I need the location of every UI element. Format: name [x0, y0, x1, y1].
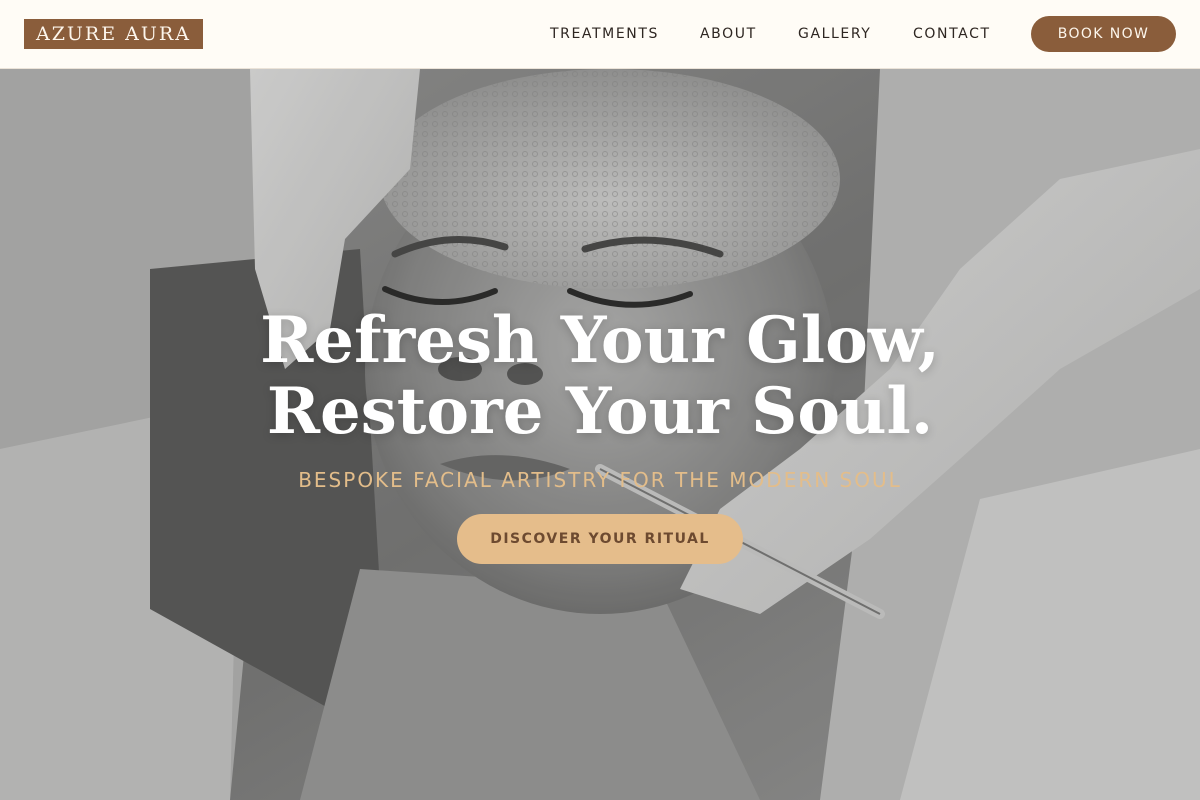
- hero-headline-line2: Restore Your Soul.: [266, 374, 934, 449]
- hero-tagline: BESPOKE FACIAL ARTISTRY FOR THE MODERN S…: [298, 468, 902, 492]
- brand-logo[interactable]: AZURE AURA: [24, 19, 203, 49]
- hero-headline-line1: Refresh Your Glow,: [260, 303, 940, 378]
- book-now-button[interactable]: BOOK NOW: [1031, 16, 1176, 52]
- nav-link-contact[interactable]: CONTACT: [913, 0, 991, 68]
- site-header: AZURE AURA TREATMENTS ABOUT GALLERY CONT…: [0, 0, 1200, 69]
- hero-section: Refresh Your Glow, Restore Your Soul. BE…: [0, 69, 1200, 800]
- nav-link-treatments[interactable]: TREATMENTS: [550, 0, 659, 68]
- discover-ritual-button[interactable]: DISCOVER YOUR RITUAL: [457, 514, 743, 564]
- hero-headline: Refresh Your Glow, Restore Your Soul.: [0, 305, 1200, 447]
- nav-link-about[interactable]: ABOUT: [700, 0, 757, 68]
- nav-link-gallery[interactable]: GALLERY: [798, 0, 871, 68]
